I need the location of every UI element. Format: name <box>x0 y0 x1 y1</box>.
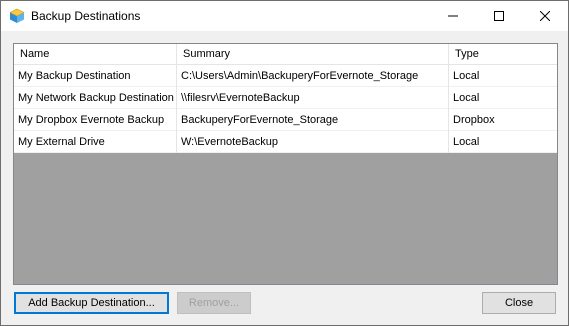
close-window-button[interactable] <box>522 1 568 31</box>
maximize-button[interactable] <box>476 1 522 31</box>
row-type: Dropbox <box>453 114 495 126</box>
column-header-name[interactable]: Name <box>14 44 177 65</box>
row-summary: \\filesrv\EvernoteBackup <box>177 87 449 109</box>
destinations-list[interactable]: Name Summary Type My Backup Destination … <box>13 43 558 285</box>
backup-destinations-dialog: Backup Destinations Name Summary Type My… <box>0 0 569 326</box>
list-rows: My Backup Destination C:\Users\Admin\Bac… <box>14 65 557 153</box>
row-summary: BackuperyForEvernote_Storage <box>177 109 449 131</box>
list-header: Name Summary Type <box>14 44 557 65</box>
row-name: My External Drive <box>14 131 177 153</box>
close-button[interactable]: Close <box>482 292 556 314</box>
minimize-icon <box>448 11 458 21</box>
row-name: My Dropbox Evernote Backup <box>14 109 177 131</box>
window-title: Backup Destinations <box>31 9 141 23</box>
row-summary: C:\Users\Admin\BackuperyForEvernote_Stor… <box>177 65 449 87</box>
remove-button[interactable]: Remove... <box>177 292 251 314</box>
maximize-icon <box>494 11 504 21</box>
add-backup-destination-button[interactable]: Add Backup Destination... <box>14 292 169 314</box>
backup-app-icon <box>9 8 25 24</box>
column-header-summary[interactable]: Summary <box>177 44 449 65</box>
row-summary: W:\EvernoteBackup <box>177 131 449 153</box>
table-row[interactable]: My Dropbox Evernote Backup BackuperyForE… <box>14 109 557 131</box>
minimize-button[interactable] <box>430 1 476 31</box>
row-type: Local <box>453 136 480 148</box>
row-name: My Network Backup Destination <box>14 87 177 109</box>
table-row[interactable]: My Backup Destination C:\Users\Admin\Bac… <box>14 65 557 87</box>
close-icon <box>540 11 550 21</box>
row-name: My Backup Destination <box>14 65 177 87</box>
column-header-type[interactable]: Type <box>449 44 557 65</box>
title-bar[interactable]: Backup Destinations <box>1 1 568 31</box>
row-type: Local <box>453 70 480 82</box>
row-type: Local <box>453 92 480 104</box>
table-row[interactable]: My Network Backup Destination \\filesrv\… <box>14 87 557 109</box>
table-row[interactable]: My External Drive W:\EvernoteBackup Loca… <box>14 131 557 153</box>
